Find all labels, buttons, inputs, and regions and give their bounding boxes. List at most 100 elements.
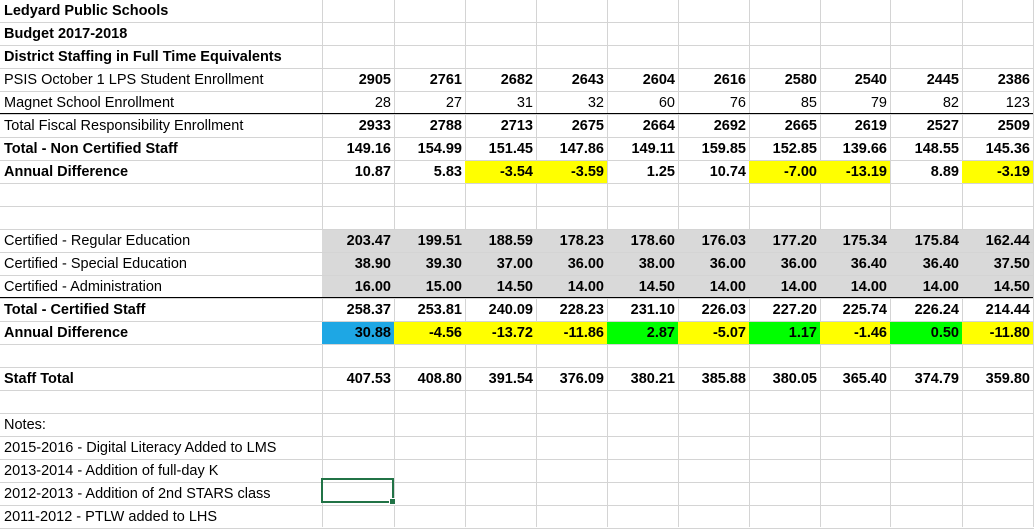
value-cell[interactable]: 199.51 bbox=[394, 230, 465, 252]
value-cell[interactable]: 31 bbox=[465, 92, 536, 114]
value-cell[interactable]: 2761 bbox=[394, 69, 465, 91]
value-cell[interactable]: 76 bbox=[678, 92, 749, 114]
value-cell[interactable]: 149.11 bbox=[607, 138, 678, 160]
row-label[interactable]: Ledyard Public Schools bbox=[0, 0, 322, 22]
value-cell[interactable]: 2692 bbox=[678, 115, 749, 137]
row-label[interactable]: 2015-2016 - Digital Literacy Added to LM… bbox=[0, 437, 322, 459]
value-cell[interactable]: 227.20 bbox=[749, 299, 820, 321]
value-cell[interactable]: 14.50 bbox=[607, 276, 678, 298]
value-cell[interactable]: 149.16 bbox=[322, 138, 394, 160]
value-cell[interactable]: 2713 bbox=[465, 115, 536, 137]
value-cell[interactable]: 148.55 bbox=[890, 138, 962, 160]
value-cell[interactable]: 176.03 bbox=[678, 230, 749, 252]
value-cell[interactable]: 36.40 bbox=[890, 253, 962, 275]
value-cell[interactable]: 14.00 bbox=[820, 276, 890, 298]
value-cell[interactable]: 2509 bbox=[962, 115, 1033, 137]
value-cell[interactable]: 177.20 bbox=[749, 230, 820, 252]
value-cell[interactable]: 30.88 bbox=[322, 322, 394, 344]
value-cell[interactable]: 0.50 bbox=[890, 322, 962, 344]
value-cell[interactable]: -5.07 bbox=[678, 322, 749, 344]
value-cell[interactable]: 37.50 bbox=[962, 253, 1033, 275]
value-cell[interactable]: 36.00 bbox=[678, 253, 749, 275]
value-cell[interactable]: 37.00 bbox=[465, 253, 536, 275]
value-cell[interactable]: 1.25 bbox=[607, 161, 678, 183]
value-cell[interactable]: 2619 bbox=[820, 115, 890, 137]
value-cell[interactable]: 380.21 bbox=[607, 368, 678, 390]
value-cell[interactable]: 178.60 bbox=[607, 230, 678, 252]
value-cell[interactable]: 145.36 bbox=[962, 138, 1033, 160]
value-cell[interactable]: 36.40 bbox=[820, 253, 890, 275]
value-cell[interactable]: 2386 bbox=[962, 69, 1033, 91]
value-cell[interactable]: 79 bbox=[820, 92, 890, 114]
value-cell[interactable]: 10.87 bbox=[322, 161, 394, 183]
value-cell[interactable]: -13.19 bbox=[820, 161, 890, 183]
value-cell[interactable]: 2933 bbox=[322, 115, 394, 137]
value-cell[interactable]: 178.23 bbox=[536, 230, 607, 252]
value-cell[interactable]: 203.47 bbox=[322, 230, 394, 252]
value-cell[interactable]: 359.80 bbox=[962, 368, 1033, 390]
row-label[interactable]: Certified - Administration bbox=[0, 276, 322, 298]
value-cell[interactable]: 2643 bbox=[536, 69, 607, 91]
row-label[interactable]: 2011-2012 - PTLW added to LHS bbox=[0, 506, 322, 528]
value-cell[interactable]: -1.46 bbox=[820, 322, 890, 344]
value-cell[interactable]: -3.19 bbox=[962, 161, 1033, 183]
value-cell[interactable]: 14.50 bbox=[962, 276, 1033, 298]
value-cell[interactable]: 374.79 bbox=[890, 368, 962, 390]
row-label[interactable]: 2013-2014 - Addition of full-day K bbox=[0, 460, 322, 482]
value-cell[interactable]: 39.30 bbox=[394, 253, 465, 275]
value-cell[interactable]: 16.00 bbox=[322, 276, 394, 298]
value-cell[interactable]: 391.54 bbox=[465, 368, 536, 390]
value-cell[interactable]: 376.09 bbox=[536, 368, 607, 390]
value-cell[interactable]: 1.17 bbox=[749, 322, 820, 344]
fill-handle[interactable] bbox=[389, 498, 396, 505]
value-cell[interactable]: -3.59 bbox=[536, 161, 607, 183]
value-cell[interactable]: 258.37 bbox=[322, 299, 394, 321]
row-label[interactable]: Annual Difference bbox=[0, 322, 322, 344]
value-cell[interactable]: 162.44 bbox=[962, 230, 1033, 252]
value-cell[interactable]: 2540 bbox=[820, 69, 890, 91]
value-cell[interactable]: 28 bbox=[322, 92, 394, 114]
value-cell[interactable]: 2682 bbox=[465, 69, 536, 91]
value-cell[interactable]: 32 bbox=[536, 92, 607, 114]
value-cell[interactable]: 2675 bbox=[536, 115, 607, 137]
value-cell[interactable]: 2665 bbox=[749, 115, 820, 137]
value-cell[interactable]: -13.72 bbox=[465, 322, 536, 344]
value-cell[interactable]: 36.00 bbox=[749, 253, 820, 275]
value-cell[interactable]: 365.40 bbox=[820, 368, 890, 390]
value-cell[interactable]: 14.00 bbox=[678, 276, 749, 298]
value-cell[interactable]: 253.81 bbox=[394, 299, 465, 321]
value-cell[interactable]: -7.00 bbox=[749, 161, 820, 183]
value-cell[interactable]: 2905 bbox=[322, 69, 394, 91]
value-cell[interactable]: 14.00 bbox=[749, 276, 820, 298]
value-cell[interactable]: 2788 bbox=[394, 115, 465, 137]
value-cell[interactable]: 408.80 bbox=[394, 368, 465, 390]
value-cell[interactable]: 151.45 bbox=[465, 138, 536, 160]
value-cell[interactable]: 27 bbox=[394, 92, 465, 114]
row-label[interactable]: 2012-2013 - Addition of 2nd STARS class bbox=[0, 483, 322, 505]
spreadsheet[interactable]: Ledyard Public Schools Budget 2017-2018 Di… bbox=[0, 0, 1034, 529]
value-cell[interactable]: -3.54 bbox=[465, 161, 536, 183]
value-cell[interactable]: 14.50 bbox=[465, 276, 536, 298]
row-label[interactable]: Staff Total bbox=[0, 368, 322, 390]
value-cell[interactable]: 85 bbox=[749, 92, 820, 114]
value-cell[interactable]: 139.66 bbox=[820, 138, 890, 160]
value-cell[interactable]: 15.00 bbox=[394, 276, 465, 298]
value-cell[interactable]: 8.89 bbox=[890, 161, 962, 183]
value-cell[interactable]: 5.83 bbox=[394, 161, 465, 183]
value-cell[interactable]: 38.00 bbox=[607, 253, 678, 275]
value-cell[interactable]: 82 bbox=[890, 92, 962, 114]
value-cell[interactable]: -11.86 bbox=[536, 322, 607, 344]
value-cell[interactable]: 407.53 bbox=[322, 368, 394, 390]
value-cell[interactable]: 2445 bbox=[890, 69, 962, 91]
value-cell[interactable]: 226.03 bbox=[678, 299, 749, 321]
value-cell[interactable]: 2.87 bbox=[607, 322, 678, 344]
value-cell[interactable]: 154.99 bbox=[394, 138, 465, 160]
value-cell[interactable]: 36.00 bbox=[536, 253, 607, 275]
value-cell[interactable]: 226.24 bbox=[890, 299, 962, 321]
row-label[interactable]: PSIS October 1 LPS Student Enrollment bbox=[0, 69, 322, 91]
value-cell[interactable]: 240.09 bbox=[465, 299, 536, 321]
value-cell[interactable]: 214.44 bbox=[962, 299, 1033, 321]
value-cell[interactable]: -11.80 bbox=[962, 322, 1033, 344]
row-label[interactable]: Certified - Regular Education bbox=[0, 230, 322, 252]
value-cell[interactable]: 175.34 bbox=[820, 230, 890, 252]
